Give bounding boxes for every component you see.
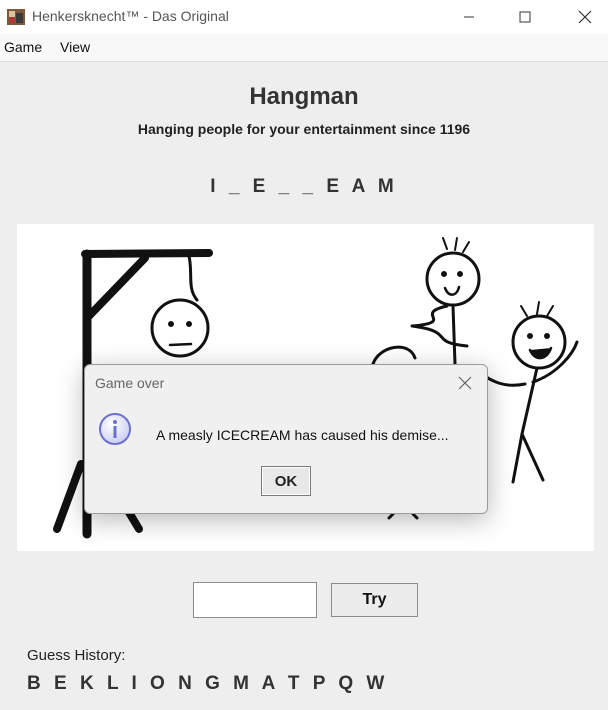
close-icon xyxy=(458,376,472,390)
app-icon xyxy=(6,7,26,27)
guess-history-label: Guess History: xyxy=(27,647,126,664)
window-title: Henkersknecht™ - Das Original xyxy=(32,8,229,24)
page-subtitle: Hanging people for your entertainment si… xyxy=(137,121,471,137)
dialog-title: Game over xyxy=(95,375,165,391)
try-button[interactable]: Try xyxy=(331,583,418,617)
word-display: I _ E _ _ E A M xyxy=(210,176,398,197)
dialog-message: A measly ICECREAM has caused his demise.… xyxy=(156,427,449,443)
maximize-button[interactable] xyxy=(502,0,548,34)
window-close-button[interactable] xyxy=(562,0,608,34)
guess-input[interactable] xyxy=(193,582,317,618)
minimize-button[interactable] xyxy=(446,0,492,34)
menu-view[interactable]: View xyxy=(60,39,90,55)
ok-button[interactable]: OK xyxy=(261,466,311,496)
dialog-close-button[interactable] xyxy=(457,375,473,391)
game-over-dialog: Game over A measly ICECREAM has caused h… xyxy=(84,364,488,514)
window-titlebar[interactable]: Henkersknecht™ - Das Original xyxy=(0,0,608,34)
menu-bar: Game View xyxy=(0,34,608,62)
info-icon xyxy=(97,411,133,447)
page-title: Hangman xyxy=(249,83,359,110)
maximize-icon xyxy=(519,11,531,23)
close-icon xyxy=(578,10,592,24)
guess-history-letters: B E K L I O N G M A T P Q W xyxy=(27,673,389,694)
minimize-icon xyxy=(464,16,474,18)
menu-game[interactable]: Game xyxy=(4,39,42,55)
